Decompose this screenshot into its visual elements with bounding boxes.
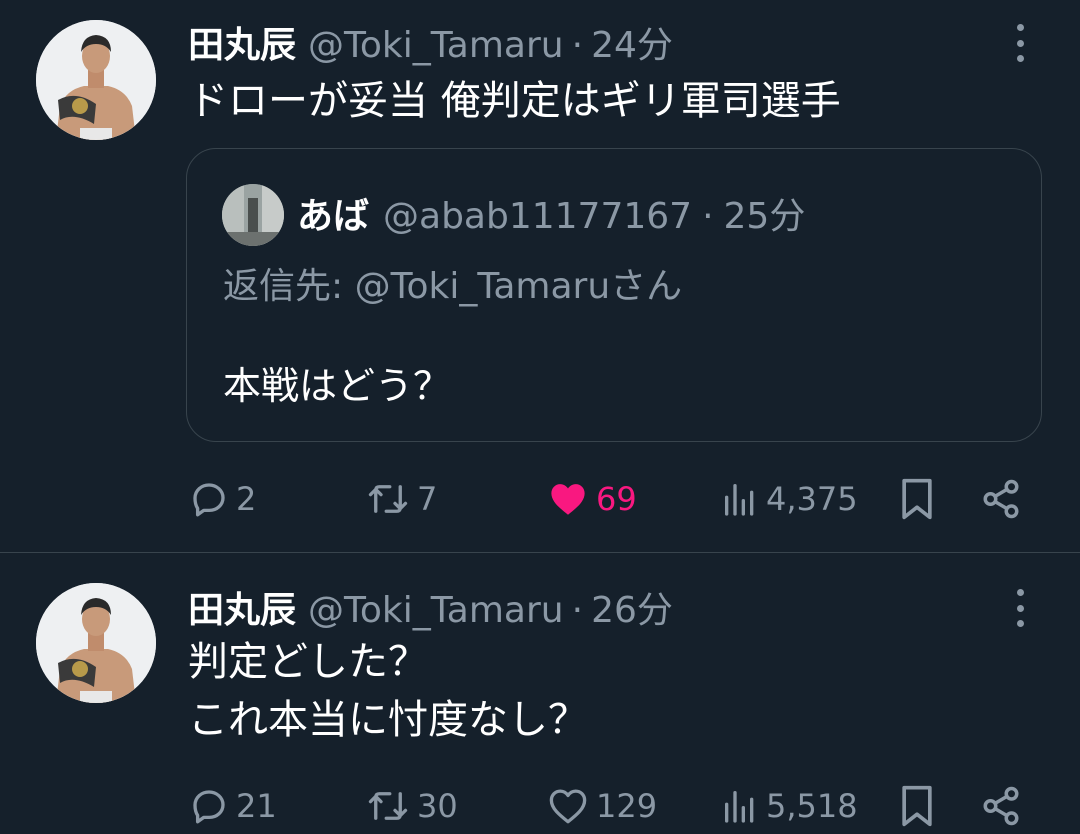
quoted-tweet[interactable]: あば @abab11177167 · 25分 返信先: @Toki_Tamaru… [186,148,1042,442]
author-handle[interactable]: @Toki_Tamaru [308,25,564,66]
retweet-button[interactable]: 30 [365,781,458,831]
bookmark-button[interactable] [898,781,936,831]
reply-button[interactable]: 21 [188,781,277,831]
share-icon [983,786,1019,826]
timestamp[interactable]: 26分 [591,581,673,633]
more-options-icon[interactable] [1003,22,1037,64]
reply-icon [193,790,225,824]
reply-count: 21 [236,787,277,825]
author-avatar[interactable] [36,20,156,140]
retweet-count: 30 [417,787,458,825]
action-bar: 21 30 129 5,518 [0,781,1080,831]
reply-icon [193,483,225,517]
tweet-header: 田丸辰 @Toki_Tamaru · 26分 [188,581,673,631]
retweet-icon [368,485,408,513]
tweet-text: ドローが妥当 俺判定はギリ軍司選手 [188,78,841,124]
replying-to-label: 返信先: @Toki_Tamaruさん [223,266,683,307]
share-button[interactable] [980,474,1022,524]
quoted-timestamp: 25分 [723,196,806,237]
tweet[interactable]: 田丸辰 @Toki_Tamaru · 26分 判定どした？ これ本当に忖度なし？… [0,553,1080,834]
action-bar: 2 7 69 4,375 [0,474,1080,524]
reply-button[interactable]: 2 [188,474,256,524]
like-button[interactable]: 129 [546,781,657,831]
retweet-icon [368,792,408,820]
reply-count: 2 [236,480,257,518]
views-button[interactable]: 4,375 [720,474,858,524]
view-count: 5,518 [766,787,858,825]
views-icon [725,791,754,823]
like-count: 129 [596,787,658,825]
author-name[interactable]: 田丸辰 [188,581,296,633]
author-handle[interactable]: @Toki_Tamaru [308,590,564,631]
retweet-count: 7 [417,480,438,518]
tweet[interactable]: 田丸辰 @Toki_Tamaru · 24分 ドローが妥当 俺判定はギリ軍司選手… [0,0,1080,553]
quoted-author-avatar[interactable] [222,184,284,246]
heart-icon [551,484,585,515]
bookmark-icon [902,785,932,827]
view-count: 4,375 [766,480,858,518]
share-button[interactable] [980,781,1022,831]
timestamp[interactable]: 24分 [591,16,673,68]
views-button[interactable]: 5,518 [720,781,858,831]
quoted-tweet-text: 本戦はどう？ [223,364,452,408]
separator-dot: · [702,196,714,237]
bookmark-button[interactable] [898,474,936,524]
tweet-header: 田丸辰 @Toki_Tamaru · 24分 [188,16,673,66]
bookmark-icon [902,478,932,520]
views-icon [725,484,754,516]
quoted-author-handle: @abab11177167 [383,196,693,237]
author-name[interactable]: 田丸辰 [188,16,296,68]
retweet-button[interactable]: 7 [365,474,437,524]
author-avatar[interactable] [36,583,156,703]
tweet-text: 判定どした？ これ本当に忖度なし？ [188,639,588,743]
like-count: 69 [596,480,637,518]
quoted-author-name: あば [297,196,370,237]
quoted-tweet-header: あば @abab11177167 · 25分 [297,187,805,239]
separator-dot: · [571,25,584,66]
more-options-icon[interactable] [1003,587,1037,629]
share-icon [983,479,1019,519]
like-button[interactable]: 69 [546,474,637,524]
heart-icon [549,789,587,824]
separator-dot: · [571,590,584,631]
